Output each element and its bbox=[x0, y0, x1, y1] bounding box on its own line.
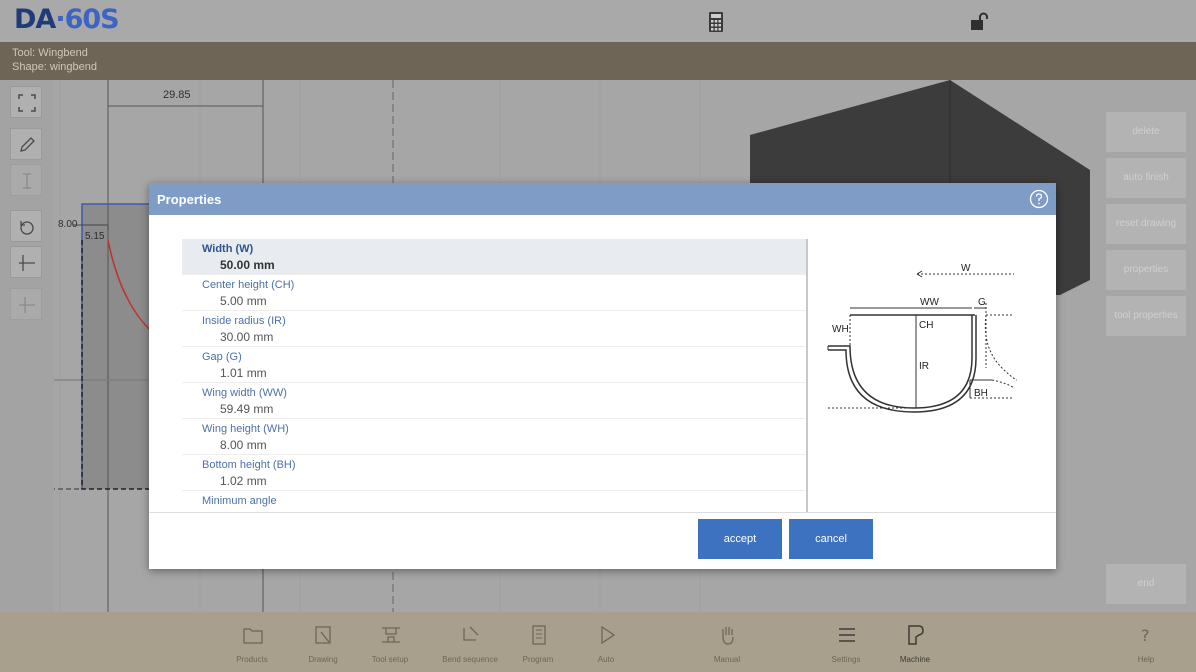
svg-text:W: W bbox=[961, 263, 971, 274]
dimension-top-label: 29.85 bbox=[163, 89, 191, 101]
property-row-width[interactable]: Width (W) 50.00 mm bbox=[182, 239, 806, 275]
delete-button[interactable]: delete bbox=[1106, 112, 1186, 152]
drawing-tools-column bbox=[0, 80, 54, 612]
list-icon bbox=[839, 628, 855, 642]
app-logo: DA·60S bbox=[14, 4, 120, 35]
tool-properties-button[interactable]: tool properties bbox=[1106, 296, 1186, 336]
nav-auto[interactable]: Auto bbox=[576, 612, 636, 672]
unlocked-icon[interactable] bbox=[970, 12, 988, 32]
properties-dialog: Properties Width (W) 50.00 mm Center hei… bbox=[149, 183, 1056, 569]
nav-settings[interactable]: Settings bbox=[816, 612, 876, 672]
draw-button[interactable] bbox=[10, 128, 42, 160]
rotate-button[interactable] bbox=[10, 210, 42, 242]
dialog-divider bbox=[149, 512, 1056, 513]
text-cursor-icon bbox=[23, 173, 31, 189]
bend-sequence-icon bbox=[463, 626, 479, 641]
svg-text:?: ? bbox=[1141, 626, 1150, 645]
cancel-button[interactable]: cancel bbox=[789, 519, 873, 559]
nav-program[interactable]: Program bbox=[508, 612, 568, 672]
property-row-bottom-height[interactable]: Bottom height (BH) 1.02 mm bbox=[182, 455, 806, 491]
property-row-wing-width[interactable]: Wing width (WW) 59.49 mm bbox=[182, 383, 806, 419]
accept-button[interactable]: accept bbox=[698, 519, 782, 559]
tool-name-text: Tool: Wingbend bbox=[12, 47, 88, 59]
play-icon bbox=[601, 625, 616, 645]
rotate-icon bbox=[20, 221, 34, 235]
nav-machine[interactable]: Machine bbox=[885, 612, 945, 672]
tool-setup-icon bbox=[382, 627, 400, 643]
auto-finish-button[interactable]: auto finish bbox=[1106, 158, 1186, 198]
axis-secondary-button[interactable] bbox=[10, 288, 42, 320]
nav-manual[interactable]: Manual bbox=[697, 612, 757, 672]
property-row-gap[interactable]: Gap (G) 1.01 mm bbox=[182, 347, 806, 383]
machine-icon bbox=[908, 625, 924, 645]
nav-tool-setup[interactable]: Tool setup bbox=[360, 612, 420, 672]
property-row-inside-radius[interactable]: Inside radius (IR) 30.00 mm bbox=[182, 311, 806, 347]
nav-bend-sequence[interactable]: Bend sequence bbox=[440, 612, 500, 672]
property-list[interactable]: Width (W) 50.00 mm Center height (CH) 5.… bbox=[182, 239, 808, 512]
svg-text:G: G bbox=[978, 297, 986, 308]
folder-icon bbox=[243, 628, 263, 644]
calculator-icon[interactable] bbox=[708, 11, 724, 33]
dialog-header: Properties bbox=[149, 183, 1056, 215]
svg-text:WW: WW bbox=[920, 297, 939, 308]
axis-alt-icon bbox=[19, 297, 35, 313]
help-icon: ? bbox=[1141, 626, 1150, 645]
axis-button[interactable] bbox=[10, 246, 42, 278]
nav-drawing[interactable]: Drawing bbox=[293, 612, 353, 672]
dialog-title: Properties bbox=[157, 192, 222, 207]
shape-name-text: Shape: wingbend bbox=[12, 61, 98, 73]
svg-text:BH: BH bbox=[974, 388, 988, 399]
dimension-left-label: 8.00 bbox=[58, 219, 78, 230]
svg-text:CH: CH bbox=[919, 320, 933, 331]
top-bar: DA·60S bbox=[0, 0, 1196, 42]
tool-info-bar: Tool: Wingbend Shape: wingbend bbox=[0, 42, 1196, 80]
axis-icon bbox=[19, 255, 35, 271]
program-icon bbox=[532, 625, 546, 645]
wingbend-diagram: W WW G WH CH IR BH bbox=[827, 263, 1018, 413]
pencil-icon bbox=[20, 137, 35, 152]
property-row-center-height[interactable]: Center height (CH) 5.00 mm bbox=[182, 275, 806, 311]
hand-icon bbox=[722, 627, 734, 645]
property-row-minimum-angle[interactable]: Minimum angle bbox=[182, 491, 806, 512]
end-button[interactable]: end bbox=[1106, 564, 1186, 604]
nav-help[interactable]: ? Help bbox=[1116, 612, 1176, 672]
svg-text:WH: WH bbox=[832, 324, 849, 335]
dimension-inner-label: 5.15 bbox=[85, 231, 105, 242]
zoom-fit-button[interactable] bbox=[10, 86, 42, 118]
reset-drawing-button[interactable]: reset drawing bbox=[1106, 204, 1186, 244]
property-row-wing-height[interactable]: Wing height (WH) 8.00 mm bbox=[182, 419, 806, 455]
nav-products[interactable]: Products bbox=[222, 612, 282, 672]
frame-icon bbox=[18, 94, 36, 112]
properties-button[interactable]: properties bbox=[1106, 250, 1186, 290]
bottom-navigation: Products Drawing Tool setup Bend sequenc… bbox=[0, 612, 1196, 672]
drawing-icon bbox=[315, 626, 331, 644]
help-icon[interactable] bbox=[1029, 189, 1049, 209]
text-tool-button[interactable] bbox=[10, 164, 42, 196]
svg-text:IR: IR bbox=[919, 361, 929, 372]
